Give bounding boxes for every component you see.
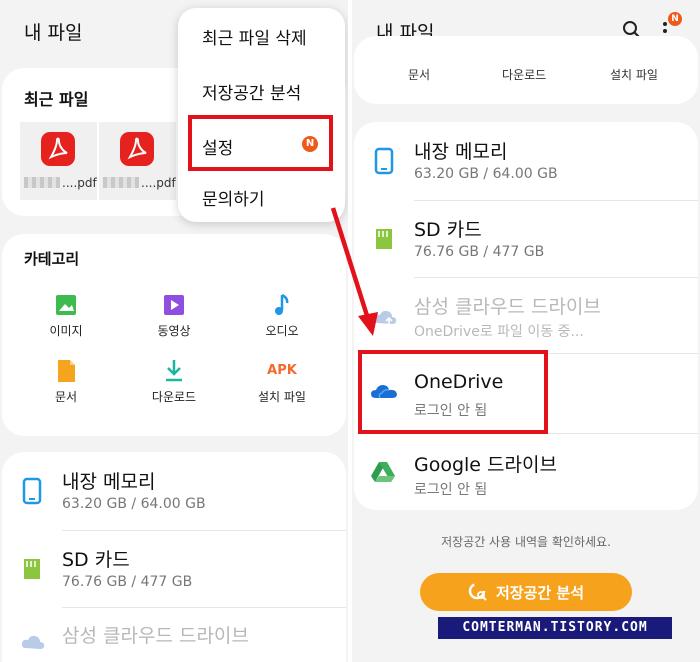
storage-usage: 76.76 GB / 477 GB bbox=[62, 574, 193, 590]
apk-icon: APK bbox=[267, 363, 297, 378]
menu-item-contact[interactable]: 문의하기 bbox=[202, 185, 265, 210]
watermark: COMTERMAN.TISTORY.COM bbox=[438, 617, 672, 639]
category-download[interactable]: 다운로드 bbox=[124, 356, 224, 405]
cloud-upload-icon bbox=[372, 306, 398, 328]
storage-usage: 63.20 GB / 64.00 GB bbox=[62, 496, 206, 512]
category-label: 동영상 bbox=[157, 324, 191, 338]
document-icon bbox=[16, 356, 116, 386]
storage-name: 삼성 클라우드 드라이브 bbox=[62, 625, 249, 647]
storage-status: OneDrive로 파일 이동 중... bbox=[414, 324, 584, 340]
storage-analysis-button[interactable]: 저장공간 분석 bbox=[420, 573, 632, 611]
google-drive-icon bbox=[370, 461, 396, 483]
highlight-box-settings bbox=[188, 115, 333, 171]
audio-icon bbox=[232, 290, 332, 320]
storage-name: SD 카드 bbox=[414, 219, 482, 241]
category-label: 문서 bbox=[54, 390, 78, 404]
recent-files-title: 최근 파일 bbox=[24, 90, 89, 109]
divider bbox=[414, 277, 698, 278]
menu-item-storage-analysis[interactable]: 저장공간 분석 bbox=[202, 79, 301, 104]
phone-icon bbox=[22, 477, 42, 505]
storage-name: 내장 메모리 bbox=[414, 141, 508, 163]
category-image[interactable]: 이미지 bbox=[16, 290, 116, 339]
storage-usage: 76.76 GB / 477 GB bbox=[414, 244, 545, 260]
storage-name: 삼성 클라우드 드라이브 bbox=[414, 296, 601, 318]
category-label: 이미지 bbox=[49, 324, 83, 338]
sd-card-icon bbox=[22, 557, 42, 581]
category-document[interactable]: 문서 bbox=[16, 356, 116, 405]
phone-icon bbox=[374, 147, 394, 175]
recent-file-name: ....pdf bbox=[103, 176, 176, 190]
storage-usage: 63.20 GB / 64.00 GB bbox=[414, 166, 558, 182]
image-icon bbox=[16, 290, 116, 320]
storage-status: 로그인 안 됨 bbox=[414, 482, 488, 498]
right-screen: 내 파일 N 문서 다운로드 설치 파일 내장 메모리 63.20 GB / 6… bbox=[352, 0, 700, 662]
divider bbox=[414, 200, 698, 201]
category-label: 설치 파일 bbox=[258, 390, 306, 404]
app-title: 내 파일 bbox=[24, 22, 83, 44]
cloud-icon bbox=[20, 632, 46, 652]
highlight-box-onedrive bbox=[358, 350, 548, 434]
download-icon bbox=[124, 356, 224, 386]
category-label[interactable]: 문서 bbox=[408, 66, 430, 83]
menu-item-clear-recent[interactable]: 최근 파일 삭제 bbox=[202, 24, 307, 49]
storage-notice: 저장공간 사용 내역을 확인하세요. bbox=[441, 535, 611, 549]
categories-title: 카테고리 bbox=[24, 250, 80, 268]
video-icon bbox=[124, 290, 224, 320]
left-screen: 내 파일 최근 파일 ....pdf ....pdf 카테고리 이미지 동영상 … bbox=[0, 0, 348, 662]
analysis-button-label: 저장공간 분석 bbox=[495, 583, 585, 602]
category-label[interactable]: 다운로드 bbox=[502, 66, 546, 83]
storage-name: SD 카드 bbox=[62, 549, 130, 571]
storage-name: Google 드라이브 bbox=[414, 454, 557, 476]
divider bbox=[62, 607, 346, 608]
category-label: 다운로드 bbox=[151, 390, 197, 404]
divider bbox=[62, 530, 346, 531]
pdf-icon bbox=[120, 132, 154, 166]
recent-file-name: ....pdf bbox=[24, 176, 97, 190]
recent-file-item[interactable]: ....pdf bbox=[20, 122, 97, 200]
category-label[interactable]: 설치 파일 bbox=[610, 66, 658, 83]
recent-file-item[interactable]: ....pdf bbox=[99, 122, 176, 200]
sd-card-icon bbox=[374, 227, 394, 251]
category-apk[interactable]: APK 설치 파일 bbox=[232, 356, 332, 405]
category-video[interactable]: 동영상 bbox=[124, 290, 224, 339]
pdf-icon bbox=[41, 132, 75, 166]
analysis-icon bbox=[468, 582, 488, 602]
category-label: 오디오 bbox=[265, 324, 299, 338]
category-audio[interactable]: 오디오 bbox=[232, 290, 332, 339]
storage-name: 내장 메모리 bbox=[62, 471, 156, 493]
new-badge: N bbox=[668, 12, 682, 26]
